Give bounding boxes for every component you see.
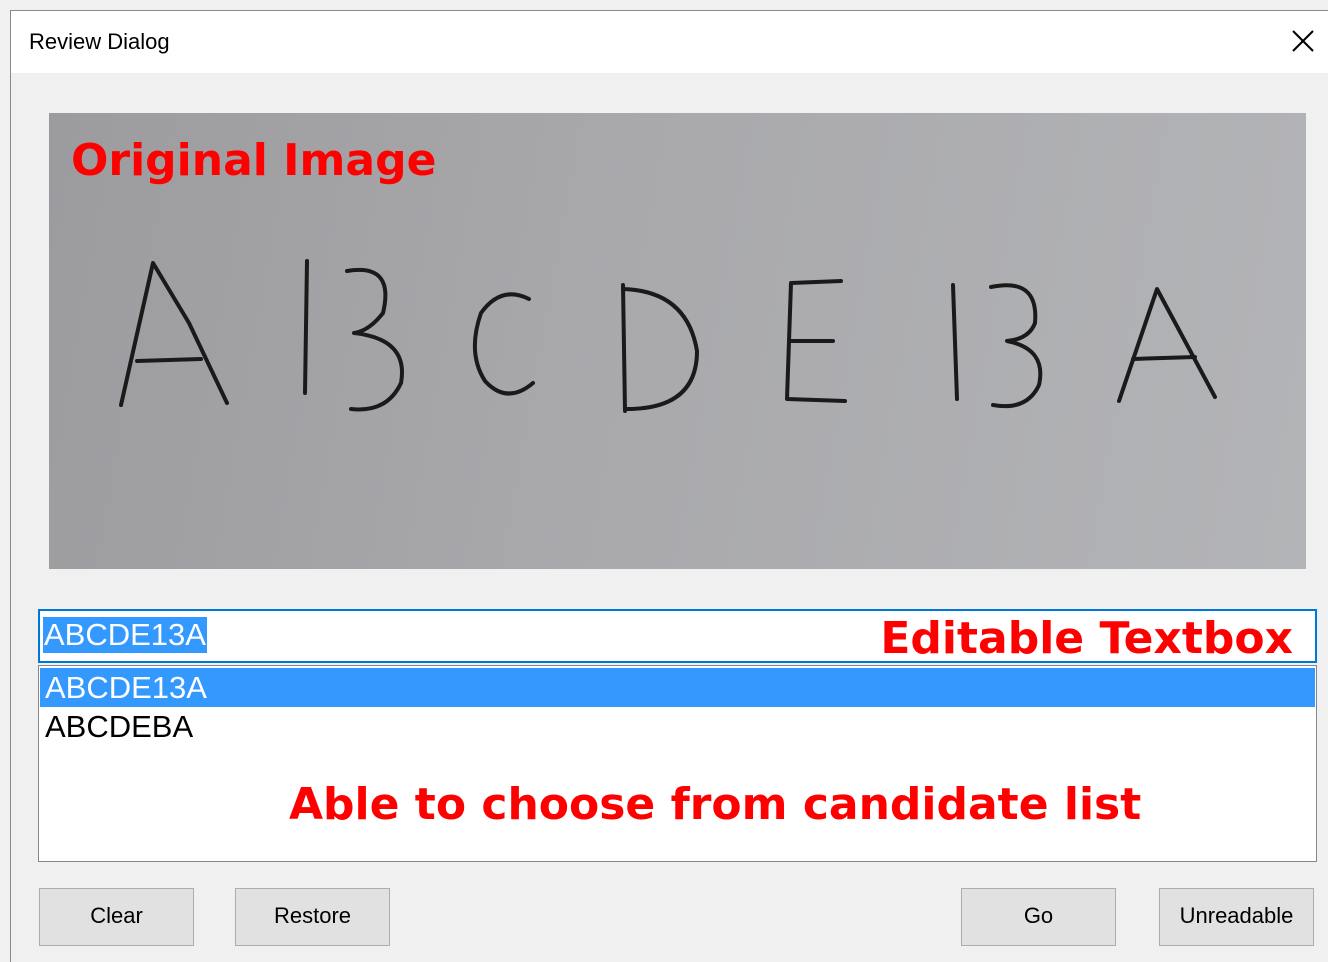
candidate-item[interactable]: ABCDEBA <box>40 707 1315 746</box>
candidate-list-label: Able to choose from candidate list <box>289 779 1142 830</box>
restore-button[interactable]: Restore <box>235 888 390 946</box>
review-dialog-window: Review Dialog Original Image ABCDE13A Ed… <box>10 10 1328 962</box>
close-button[interactable] <box>1269 11 1328 73</box>
unreadable-button[interactable]: Unreadable <box>1159 888 1314 946</box>
editable-textbox[interactable]: ABCDE13A Editable Textbox <box>38 609 1317 664</box>
window-title: Review Dialog <box>29 29 170 54</box>
go-button[interactable]: Go <box>961 888 1116 946</box>
original-image-panel: Original Image <box>49 113 1306 569</box>
textbox-value: ABCDE13A <box>43 617 207 653</box>
candidate-item[interactable]: ABCDE13A <box>40 668 1315 707</box>
close-icon <box>1292 30 1314 52</box>
original-image-label: Original Image <box>71 135 437 186</box>
title-bar: Review Dialog <box>11 11 1328 73</box>
candidate-listbox[interactable]: ABCDE13A ABCDEBA Able to choose from can… <box>38 665 1317 862</box>
editable-textbox-label: Editable Textbox <box>880 613 1293 664</box>
clear-button[interactable]: Clear <box>39 888 194 946</box>
